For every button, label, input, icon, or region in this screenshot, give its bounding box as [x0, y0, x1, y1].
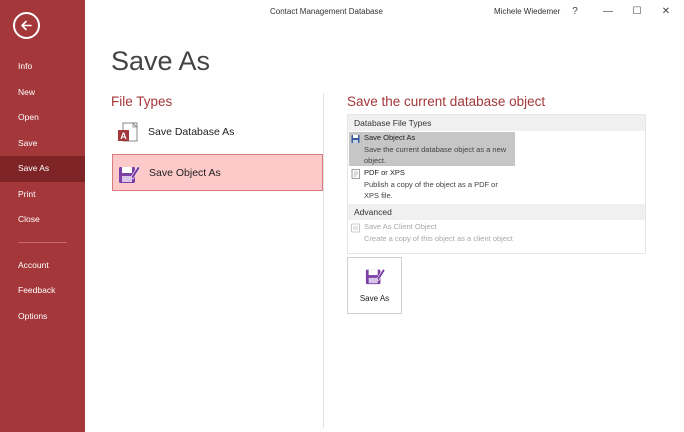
save-object-icon	[119, 165, 140, 183]
maximize-button[interactable]: ☐	[626, 4, 648, 20]
title-bar: Contact Management Database Michele Wied…	[85, 0, 684, 24]
window-title: Contact Management Database	[270, 7, 383, 16]
nav-account[interactable]: Account	[0, 253, 85, 279]
option-pdf-or-xps[interactable]: PDF or XPS Publish a copy of the object …	[349, 167, 515, 203]
nav-divider	[18, 241, 67, 243]
file-type-save-object-as[interactable]: Save Object As	[112, 154, 323, 191]
group-header-advanced: Advanced	[348, 204, 645, 220]
option-title: Save Object As	[364, 133, 416, 142]
nav-save[interactable]: Save	[0, 131, 85, 157]
file-type-label: Save Database As	[148, 126, 235, 138]
section-divider	[323, 93, 324, 428]
option-description: Publish a copy of the object as a PDF or…	[364, 180, 498, 200]
nav-feedback[interactable]: Feedback	[0, 278, 85, 304]
nav-close[interactable]: Close	[0, 207, 85, 233]
group-header-database-file-types: Database File Types	[348, 115, 645, 131]
save-object-heading: Save the current database object	[347, 94, 546, 109]
option-description: Create a copy of this object as a client…	[364, 234, 513, 243]
page-title: Save As	[111, 46, 211, 76]
close-window-button[interactable]: ✕	[655, 4, 677, 20]
user-name[interactable]: Michele Wiedemer	[494, 7, 560, 16]
nav-options[interactable]: Options	[0, 304, 85, 330]
file-type-save-database-as[interactable]: A Save Database As	[112, 114, 323, 151]
file-type-label: Save Object As	[149, 167, 221, 179]
back-button[interactable]	[13, 12, 40, 39]
backstage-nav: Info New Open Save Save As Print Close A…	[0, 54, 85, 329]
backstage-sidebar: Info New Open Save Save As Print Close A…	[0, 0, 85, 432]
pdf-icon	[351, 169, 360, 179]
back-arrow-icon	[21, 20, 32, 31]
save-object-icon	[365, 268, 385, 285]
option-title: PDF or XPS	[364, 168, 405, 177]
option-save-object-as[interactable]: Save Object As Save the current database…	[349, 132, 515, 166]
client-object-icon	[351, 223, 360, 233]
save-object-icon	[351, 135, 360, 143]
nav-info[interactable]: Info	[0, 54, 85, 80]
save-options-panel: Database File Types Save Object As Save …	[347, 114, 646, 254]
nav-new[interactable]: New	[0, 80, 85, 106]
option-title: Save As Client Object	[364, 222, 437, 231]
nav-save-as[interactable]: Save As	[0, 156, 85, 182]
save-as-button[interactable]: Save As	[347, 257, 402, 314]
option-description: Save the current database object as a ne…	[364, 145, 507, 165]
help-button[interactable]: ?	[564, 4, 586, 20]
svg-text:A: A	[120, 131, 127, 141]
access-database-icon: A	[118, 122, 138, 142]
nav-print[interactable]: Print	[0, 182, 85, 208]
file-types-heading: File Types	[111, 94, 173, 109]
nav-open[interactable]: Open	[0, 105, 85, 131]
option-save-as-client-object: Save As Client Object Create a copy of t…	[349, 221, 515, 254]
minimize-button[interactable]: —	[597, 4, 619, 20]
save-as-button-label: Save As	[359, 294, 390, 303]
